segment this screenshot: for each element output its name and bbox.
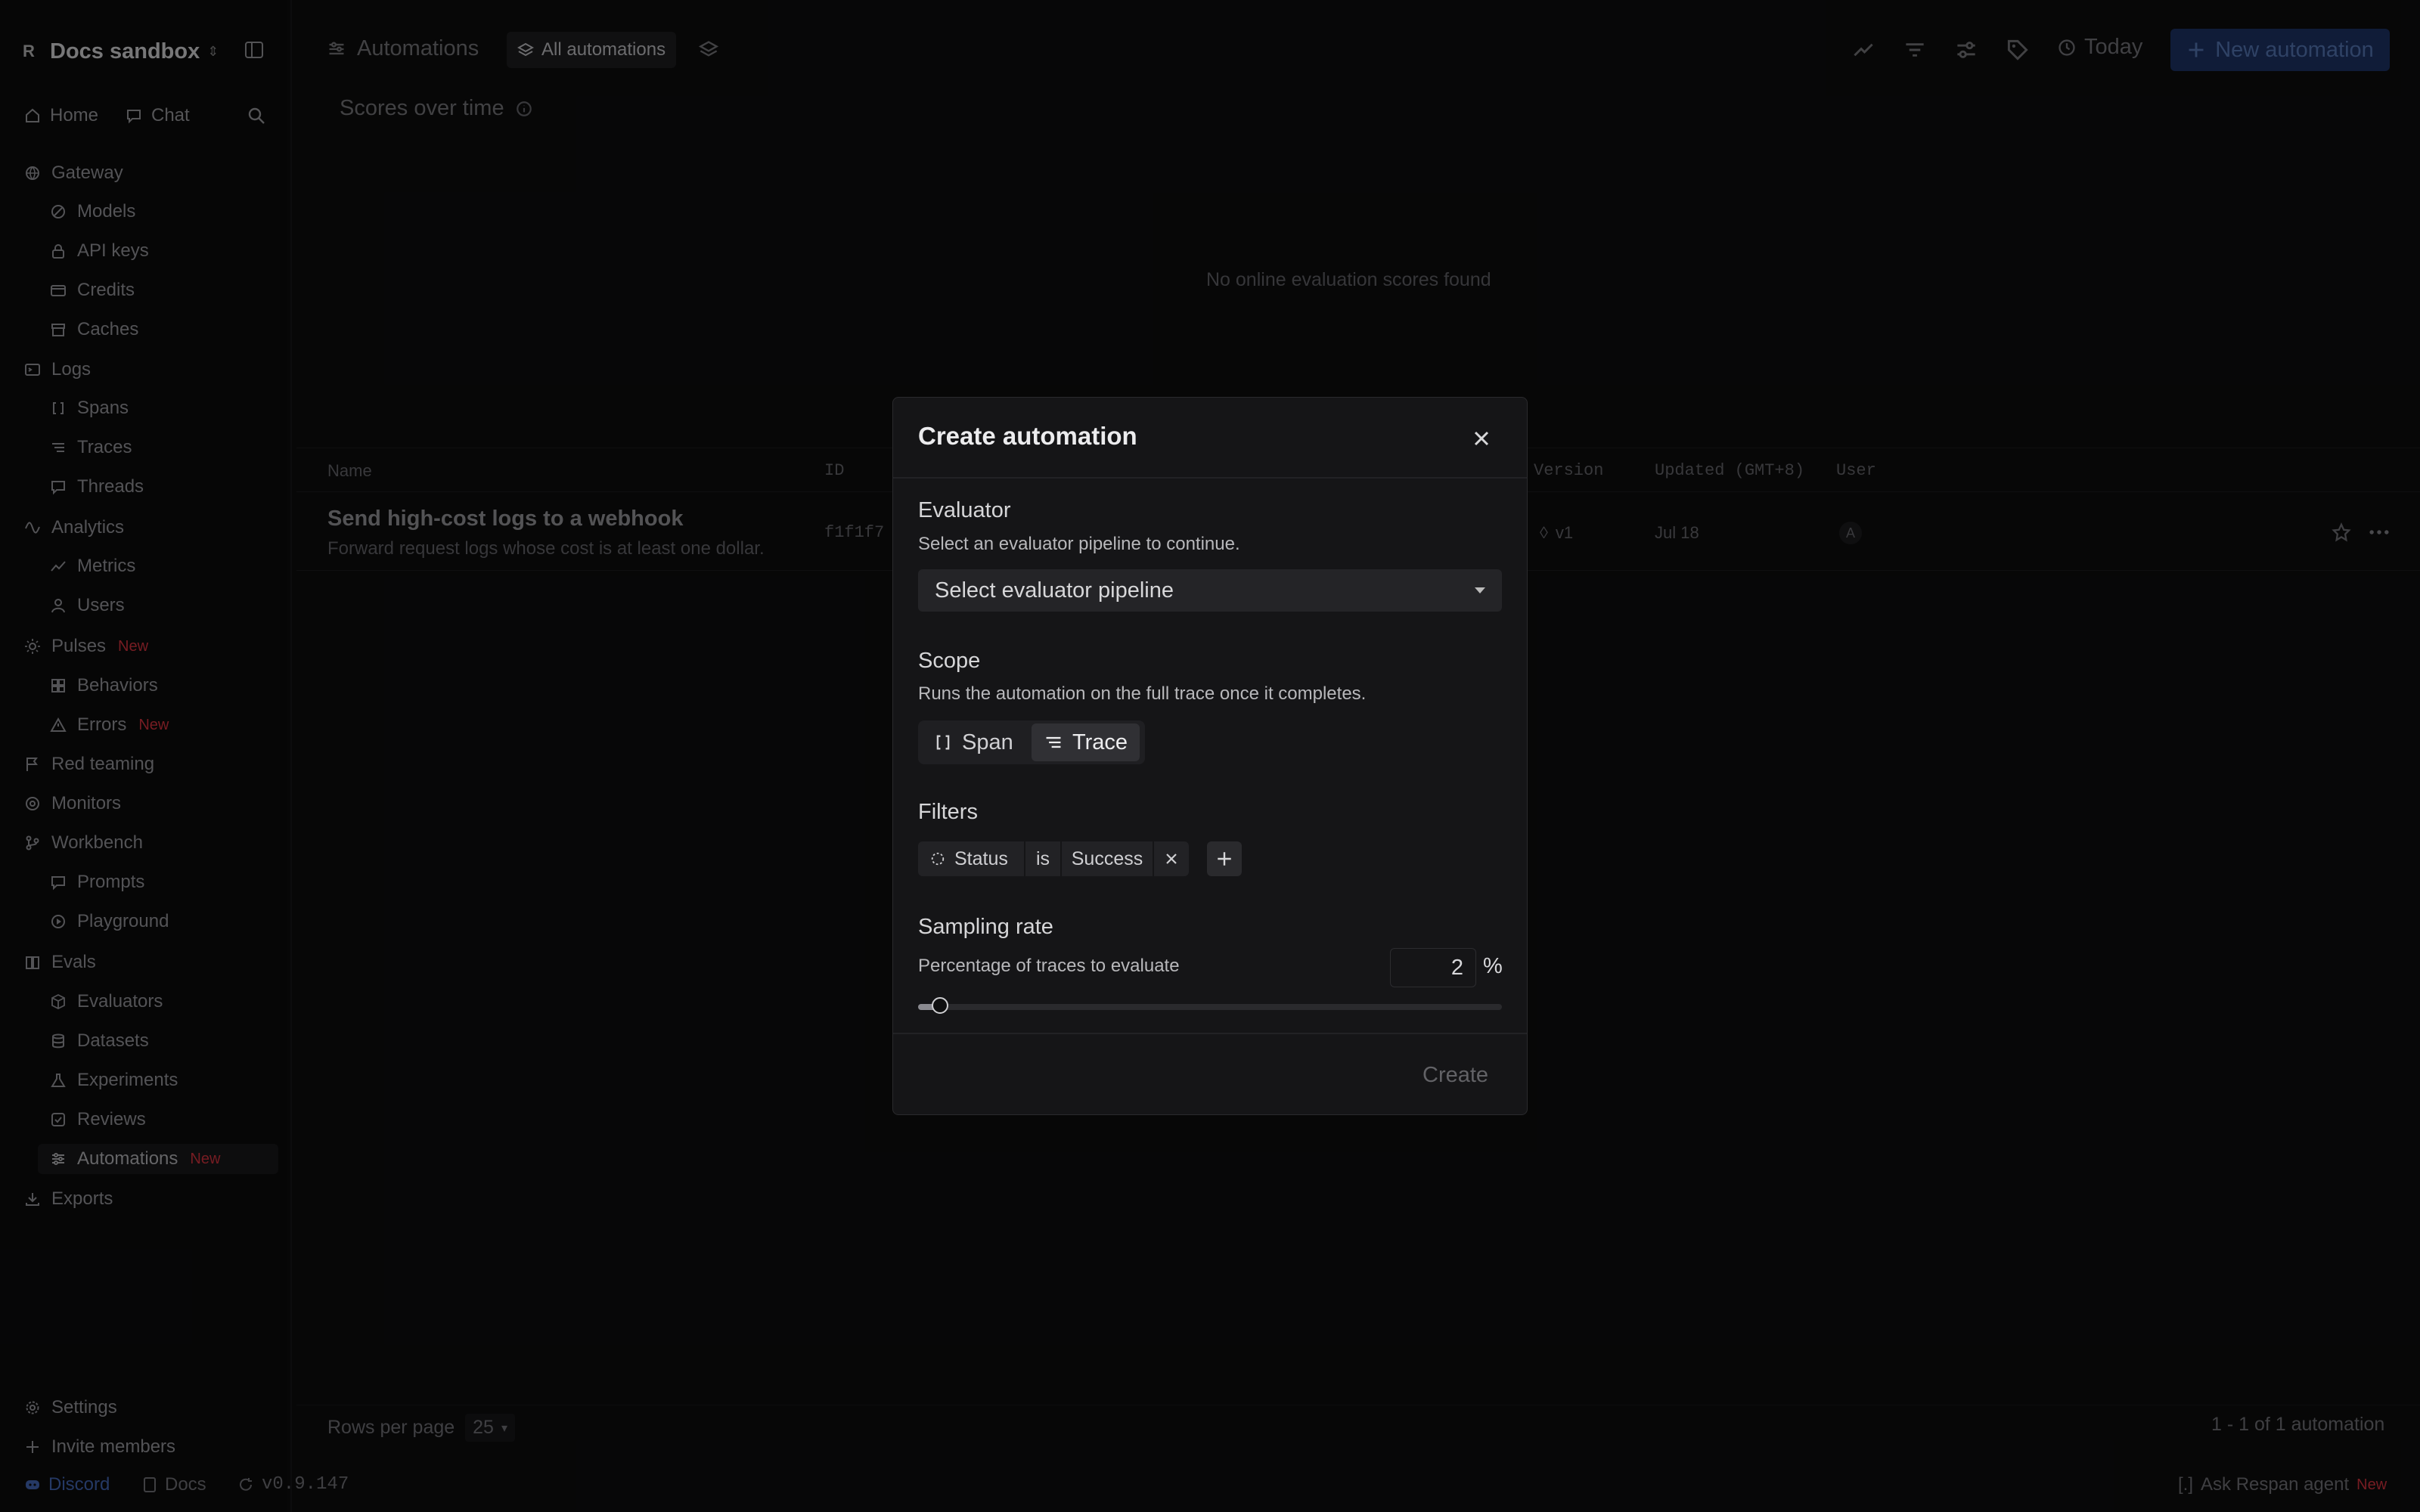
add-filter-button[interactable] bbox=[1207, 841, 1242, 876]
evaluator-label: Evaluator bbox=[918, 498, 1011, 522]
filters-label: Filters bbox=[918, 800, 978, 824]
scope-option-trace[interactable]: Trace bbox=[1032, 723, 1140, 761]
sampling-rate-slider[interactable] bbox=[918, 997, 1502, 1014]
sampling-rate-input[interactable]: 2 bbox=[1390, 948, 1476, 987]
loader-icon bbox=[931, 852, 945, 866]
sampling-rate-help: Percentage of traces to evaluate bbox=[918, 956, 1180, 976]
filter-field[interactable]: Status bbox=[918, 841, 1024, 876]
scope-toggle: Span Trace bbox=[918, 720, 1145, 764]
caret-down-icon bbox=[1475, 587, 1485, 593]
sampling-rate-label: Sampling rate bbox=[918, 915, 1053, 939]
remove-filter-icon[interactable] bbox=[1154, 841, 1189, 876]
scope-option-span[interactable]: Span bbox=[921, 723, 1025, 761]
brackets-icon bbox=[936, 735, 950, 750]
filter-operator[interactable]: is bbox=[1025, 841, 1060, 876]
evaluator-select-placeholder: Select evaluator pipeline bbox=[935, 578, 1174, 603]
slider-thumb[interactable] bbox=[932, 997, 948, 1014]
plus-icon bbox=[1218, 852, 1231, 866]
dialog-title: Create automation bbox=[918, 422, 1137, 450]
scope-option-label: Span bbox=[962, 730, 1013, 754]
scope-option-label: Trace bbox=[1072, 730, 1128, 754]
percent-sign: % bbox=[1483, 954, 1503, 978]
traces-icon bbox=[1046, 736, 1061, 748]
sampling-rate-value: 2 bbox=[1450, 955, 1463, 980]
create-button[interactable]: Create bbox=[1423, 1063, 1488, 1088]
dialog-divider bbox=[893, 477, 1527, 479]
create-automation-dialog: Create automation Evaluator Select an ev… bbox=[892, 397, 1528, 1115]
evaluator-pipeline-select[interactable]: Select evaluator pipeline bbox=[918, 569, 1502, 612]
close-icon[interactable] bbox=[1468, 425, 1495, 452]
scope-help: Runs the automation on the full trace on… bbox=[918, 683, 1367, 704]
dialog-divider bbox=[893, 1033, 1527, 1034]
scope-label: Scope bbox=[918, 649, 981, 673]
filter-value[interactable]: Success bbox=[1062, 841, 1153, 876]
evaluator-help: Select an evaluator pipeline to continue… bbox=[918, 534, 1240, 554]
filter-field-label: Status bbox=[954, 847, 1008, 869]
